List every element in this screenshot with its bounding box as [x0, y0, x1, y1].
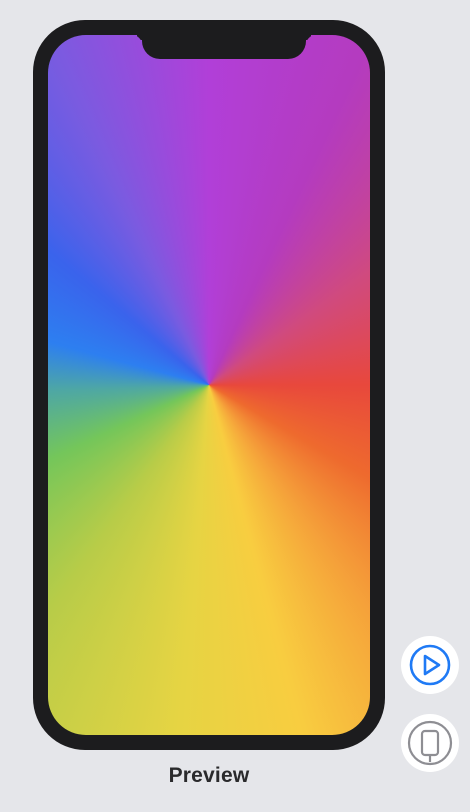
- preview-canvas: Preview: [0, 0, 470, 812]
- device-settings-button[interactable]: [401, 714, 459, 772]
- play-circle-icon: [408, 643, 452, 687]
- device-screen: [48, 35, 370, 735]
- device-frame: [33, 20, 385, 750]
- live-preview-button[interactable]: [401, 636, 459, 694]
- device-notch: [142, 35, 306, 59]
- device-icon: [407, 720, 453, 766]
- preview-label: Preview: [168, 764, 250, 787]
